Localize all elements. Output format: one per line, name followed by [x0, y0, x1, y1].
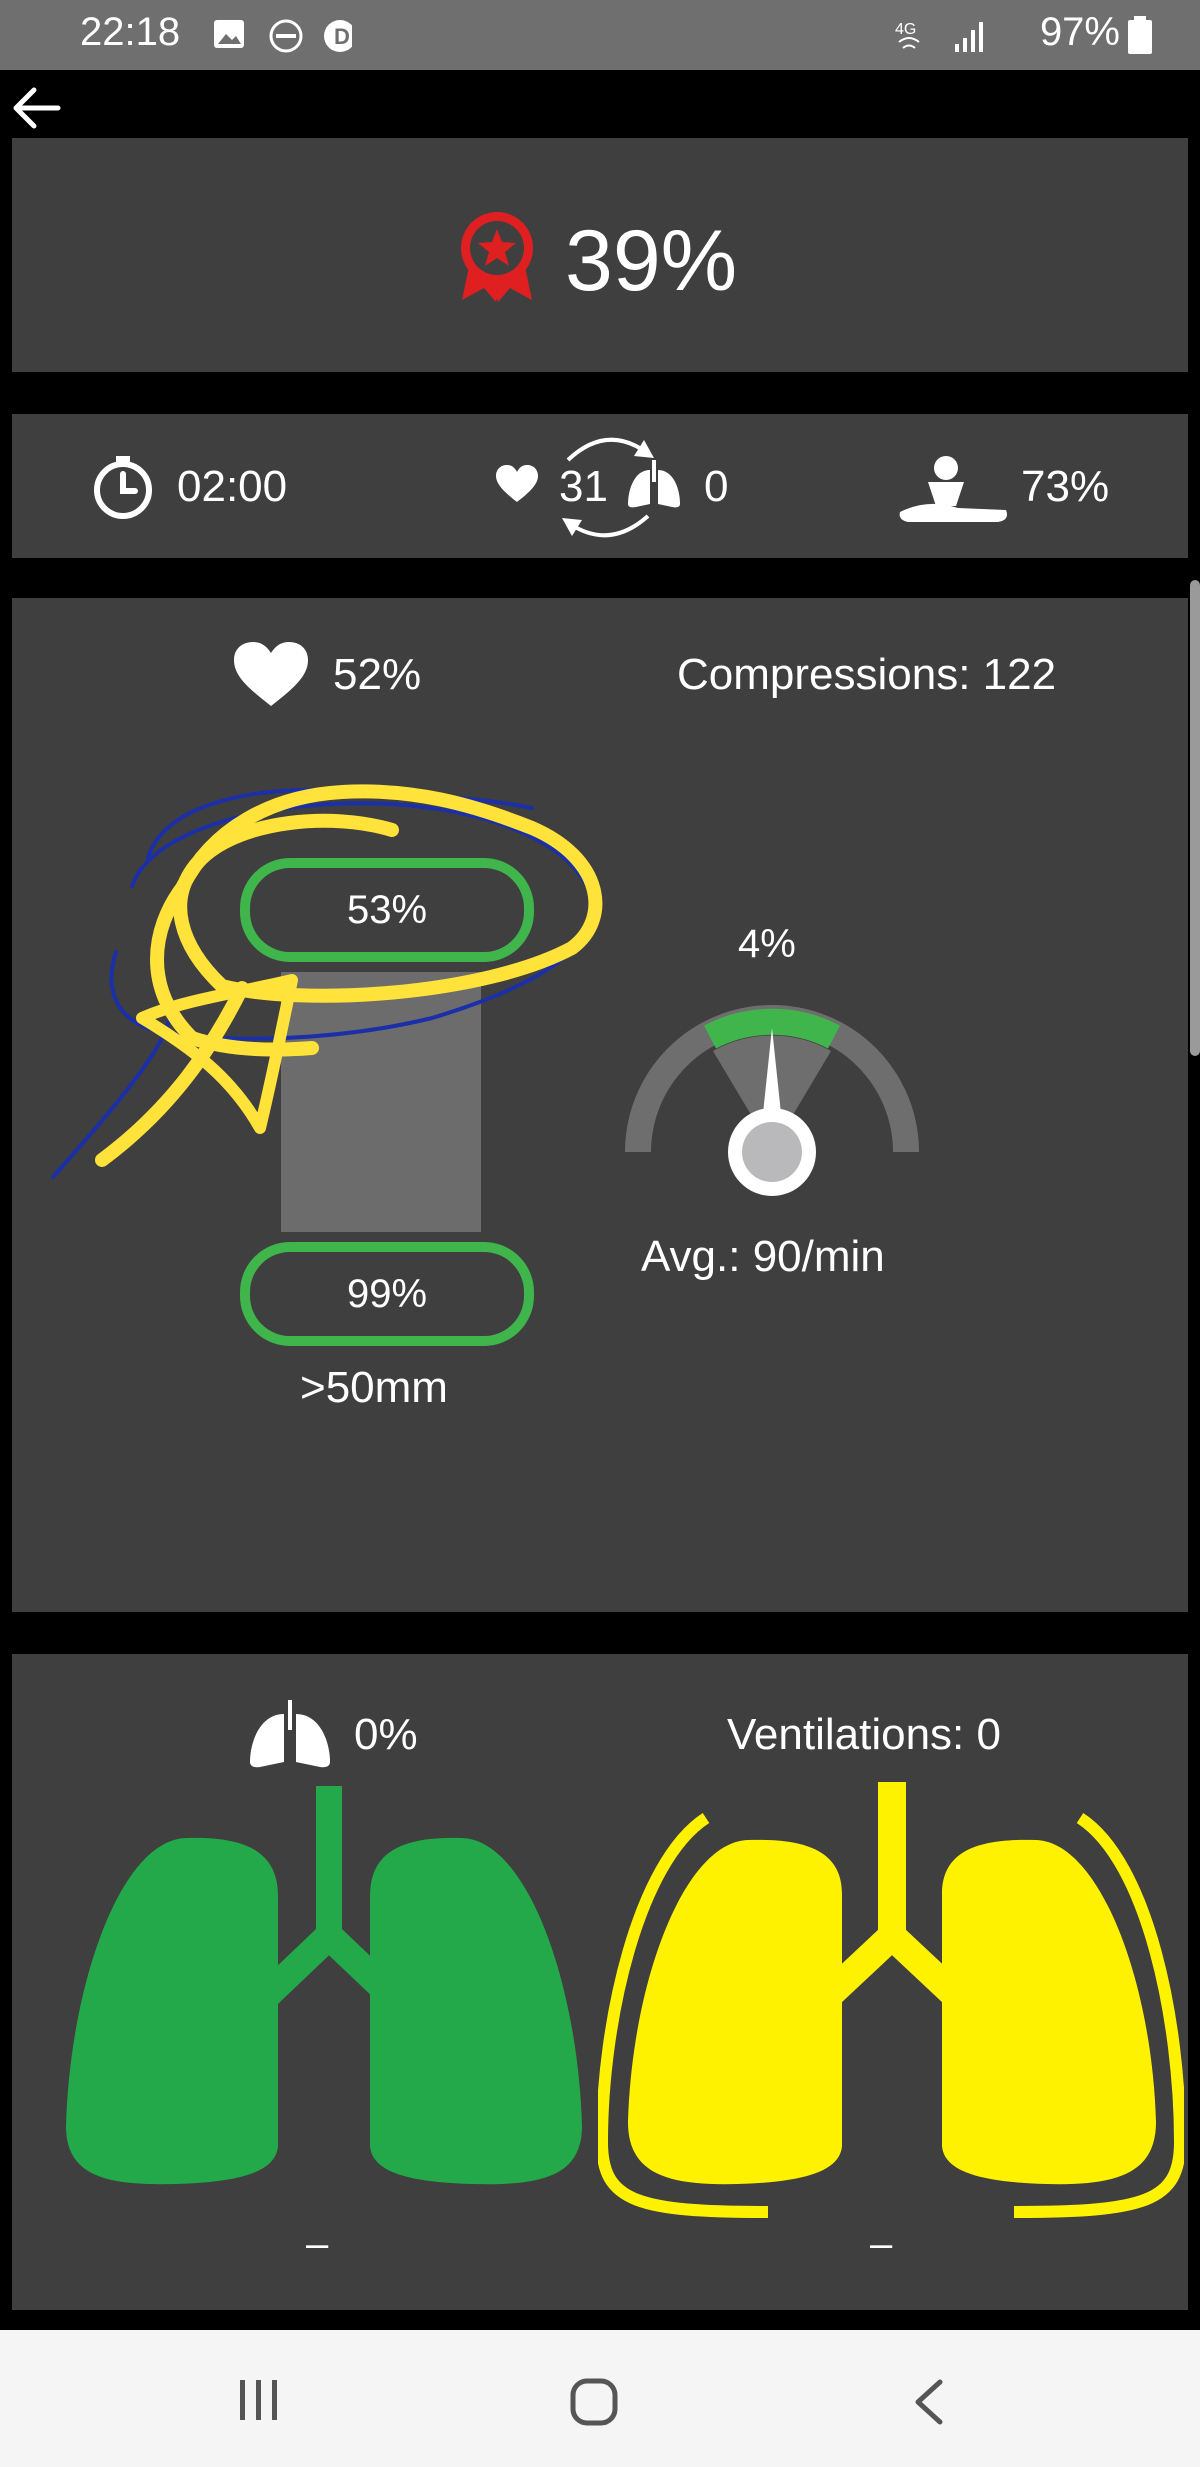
score-panel: 39%	[12, 138, 1188, 372]
right-lung-value: –	[870, 2222, 893, 2266]
left-lungs-graphic	[66, 1786, 582, 2185]
battery-icon	[1128, 16, 1152, 54]
svg-text:D: D	[334, 24, 350, 49]
rate-percent: 4%	[738, 922, 796, 966]
left-lung-value: –	[306, 2222, 329, 2266]
dnd-icon	[269, 19, 303, 53]
status-time: 22:18	[80, 10, 181, 54]
navigation-bar	[0, 2330, 1200, 2467]
depth-target: >50mm	[300, 1363, 448, 1412]
depth-percent: 99%	[346, 1271, 428, 1316]
annotation-scribble	[50, 784, 603, 1180]
heart-icon	[496, 465, 538, 502]
home-icon[interactable]	[570, 2378, 620, 2428]
image-icon	[214, 20, 244, 48]
back-icon[interactable]	[910, 2378, 950, 2428]
recent-apps-icon[interactable]	[236, 2378, 284, 2422]
ventilations-panel: 0% Ventilations: 0 – –	[12, 1654, 1188, 2310]
lungs-icon	[628, 460, 680, 508]
timer-value: 02:00	[177, 462, 288, 511]
4g-icon: 4G	[895, 21, 916, 38]
status-icons-right: 4G	[895, 21, 983, 52]
compressions-panel: 52% Compressions: 122 53% 99% >50mm 4% A…	[12, 598, 1188, 1612]
compression-cycle-count: 31	[559, 462, 608, 511]
battery-percent: 97%	[1039, 10, 1120, 54]
signal-icon	[955, 22, 983, 52]
cpr-person-icon	[899, 456, 1007, 522]
d-app-icon: D	[324, 20, 352, 52]
ventilations-count: Ventilations: 0	[727, 1710, 1001, 1759]
lungs-icon	[250, 1700, 330, 1768]
compressions-count: Compressions: 122	[677, 650, 1057, 699]
cpr-percent: 73%	[1021, 462, 1110, 511]
heart-percent: 52%	[333, 650, 422, 699]
back-arrow-icon[interactable]	[10, 84, 62, 132]
scrollbar[interactable]	[1190, 580, 1200, 1056]
lung-percent: 0%	[354, 1710, 418, 1759]
heart-icon	[234, 642, 308, 706]
stopwatch-icon	[94, 456, 152, 519]
status-icons-left: D	[214, 19, 352, 53]
depth-percent-pill: 99%	[240, 1242, 534, 1346]
summary-panel: 02:00 31 0 73%	[12, 414, 1188, 558]
ventilation-cycle-count: 0	[704, 462, 729, 511]
right-lungs-graphic	[598, 1782, 1184, 2218]
status-bar: 22:18 D 4G 97%	[0, 0, 1200, 70]
score-value: 39%	[565, 213, 738, 309]
award-ribbon-icon	[461, 212, 533, 302]
